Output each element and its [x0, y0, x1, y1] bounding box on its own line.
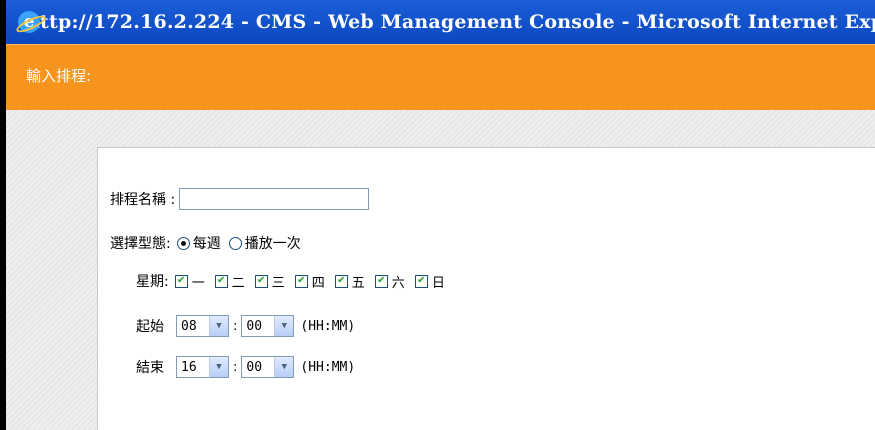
- day-sun-checkbox[interactable]: [414, 274, 428, 288]
- day-sat-checkbox[interactable]: [374, 274, 388, 288]
- start-minute-select[interactable]: 00 ▼: [241, 315, 295, 337]
- end-colon: :: [233, 359, 238, 375]
- end-hour-select[interactable]: 16 ▼: [176, 356, 229, 378]
- end-format-hint: (HH:MM): [300, 359, 356, 375]
- day-wed-label: 三: [271, 275, 285, 291]
- weekly-radio[interactable]: [176, 236, 190, 250]
- name-row: 排程名稱 :: [110, 188, 370, 210]
- day-thu-label: 四: [311, 275, 325, 291]
- end-minute-value: 00: [246, 359, 263, 375]
- page-header: 輸入排程:: [6, 44, 875, 111]
- chevron-down-icon[interactable]: ▼: [209, 357, 228, 377]
- day-tue-checkbox[interactable]: [214, 274, 228, 288]
- chevron-down-icon[interactable]: ▼: [274, 316, 294, 336]
- end-minute-select[interactable]: 00 ▼: [241, 356, 295, 378]
- start-hour-value: 08: [181, 318, 197, 334]
- play-once-radio[interactable]: [228, 236, 242, 250]
- end-hour-value: 16: [181, 359, 197, 375]
- page-title: 輸入排程:: [26, 67, 92, 85]
- type-row: 選擇型態: 每週 播放一次: [110, 233, 301, 253]
- end-label: 結束: [136, 360, 164, 376]
- end-row: 結束 16 ▼ : 00 ▼ (HH:MM): [136, 356, 355, 378]
- day-wed-checkbox[interactable]: [254, 274, 268, 288]
- start-colon: :: [233, 318, 238, 334]
- day-thu-checkbox[interactable]: [294, 274, 308, 288]
- day-mon-checkbox[interactable]: [174, 274, 188, 288]
- days-label: 星期:: [136, 274, 169, 290]
- start-hour-select[interactable]: 08 ▼: [176, 315, 229, 337]
- start-label: 起始: [136, 319, 164, 335]
- start-format-hint: (HH:MM): [300, 318, 356, 334]
- days-row: 星期: 一 二 三 四 五 六 日: [136, 271, 449, 291]
- browser-window: e http://172.16.2.224 - CMS - Web Manage…: [0, 0, 875, 430]
- day-fri-label: 五: [351, 275, 365, 291]
- schedule-form: 排程名稱 : 選擇型態: 每週 播放一次 星期: 一 二 三 四 五 六 日: [97, 147, 875, 430]
- start-row: 起始 08 ▼ : 00 ▼ (HH:MM): [136, 315, 355, 337]
- window-title: http://172.16.2.224 - CMS - Web Manageme…: [26, 11, 875, 33]
- weekly-label[interactable]: 每週: [193, 233, 221, 253]
- chevron-down-icon[interactable]: ▼: [274, 357, 294, 377]
- day-tue-label: 二: [231, 275, 245, 291]
- chevron-down-icon[interactable]: ▼: [209, 316, 228, 336]
- schedule-name-input[interactable]: [179, 188, 370, 210]
- play-once-label[interactable]: 播放一次: [245, 233, 301, 253]
- name-label: 排程名稱 :: [110, 192, 176, 208]
- day-fri-checkbox[interactable]: [334, 274, 348, 288]
- start-minute-value: 00: [246, 318, 263, 334]
- day-mon-label: 一: [191, 275, 205, 291]
- type-label: 選擇型態:: [110, 236, 171, 252]
- day-sat-label: 六: [391, 275, 405, 291]
- day-sun-label: 日: [431, 275, 445, 291]
- title-bar[interactable]: e http://172.16.2.224 - CMS - Web Manage…: [6, 0, 875, 44]
